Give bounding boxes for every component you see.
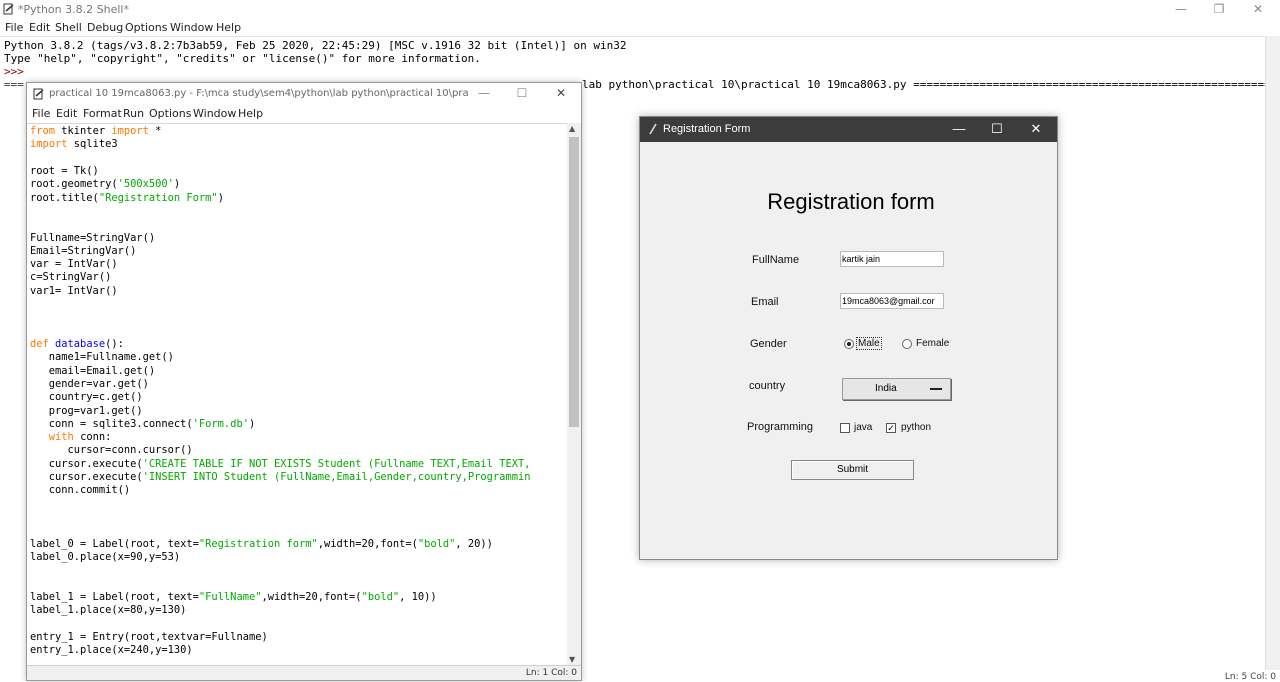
editor-menu-options[interactable]: Options xyxy=(149,107,191,120)
shell-window-title: *Python 3.8.2 Shell* xyxy=(18,3,129,16)
scroll-up-arrow-icon[interactable]: ▲ xyxy=(569,124,575,133)
code-line: name1=Fullname.get() xyxy=(30,351,174,364)
code-line: gender=var.get() xyxy=(30,377,149,390)
shell-banner-line: Python 3.8.2 (tags/v3.8.2:7b3ab59, Feb 2… xyxy=(4,39,627,52)
code-line: label_1 = Label(root, text="FullName",wi… xyxy=(30,590,437,603)
editor-titlebar: practical 10 19mca8063.py - F:\mca study… xyxy=(27,83,581,105)
reg-close-button[interactable]: ✕ xyxy=(1024,121,1048,137)
code-line: Email=StringVar() xyxy=(30,244,137,257)
code-line: from tkinter import * xyxy=(30,125,162,137)
code-line: var1= IntVar() xyxy=(30,284,118,297)
python-idle-icon xyxy=(3,3,14,15)
reg-window-title: Registration Form xyxy=(663,123,751,135)
reg-minimize-button[interactable]: — xyxy=(947,121,971,136)
code-line: email=Email.get() xyxy=(30,364,156,377)
code-line: cursor.execute('CREATE TABLE IF NOT EXIS… xyxy=(30,457,531,470)
shell-prompt: >>> xyxy=(4,65,31,78)
editor-menu-edit[interactable]: Edit xyxy=(56,107,77,120)
code-line: country=c.get() xyxy=(30,391,143,404)
programming-label: Programming xyxy=(747,421,814,433)
code-line: entry_1 = Entry(root,textvar=Fullname) xyxy=(30,630,268,643)
code-editor-area[interactable]: from tkinter import * import sqlite3 roo… xyxy=(27,123,567,666)
editor-close-button[interactable]: ✕ xyxy=(551,86,571,100)
code-line: var = IntVar() xyxy=(30,258,118,271)
shell-restart-line: lab python\practical 10\practical 10 19m… xyxy=(582,78,1280,91)
shell-menu-edit[interactable]: Edit xyxy=(29,21,50,34)
code-line: Fullname=StringVar() xyxy=(30,231,156,244)
editor-window: practical 10 19mca8063.py - F:\mca study… xyxy=(26,82,582,681)
submit-button-label: Submit xyxy=(836,464,869,475)
code-line: cursor.execute('INSERT INTO Student (Ful… xyxy=(30,471,531,483)
editor-maximize-button[interactable]: ☐ xyxy=(512,86,532,100)
shell-help-line: Type "help", "copyright", "credits" or "… xyxy=(4,52,481,65)
code-line: import sqlite3 xyxy=(30,138,118,151)
file-icon xyxy=(33,88,44,100)
shell-close-button[interactable]: ✕ xyxy=(1248,2,1268,16)
email-input[interactable]: 19mca8063@gmail.cor xyxy=(840,293,944,309)
shell-menu-file[interactable]: File xyxy=(5,21,23,34)
editor-scrollbar[interactable]: ▲ ▼ xyxy=(567,123,581,665)
code-line: label_0 = Label(root, text="Registration… xyxy=(30,537,493,550)
shell-scrollbar[interactable] xyxy=(1265,36,1280,670)
female-radio[interactable] xyxy=(902,339,912,349)
shell-menu-help[interactable]: Help xyxy=(216,21,241,34)
reg-maximize-button[interactable]: ☐ xyxy=(985,121,1009,137)
shell-menu-shell[interactable]: Shell xyxy=(55,21,82,34)
shell-restart-prefix: === xyxy=(4,78,24,91)
editor-menu-window[interactable]: Window xyxy=(193,107,236,120)
scroll-down-arrow-icon[interactable]: ▼ xyxy=(569,655,575,664)
python-checkbox-label[interactable]: python xyxy=(901,422,931,433)
male-radio[interactable] xyxy=(844,339,854,349)
fullname-label: FullName xyxy=(752,254,800,266)
java-checkbox[interactable] xyxy=(840,423,850,433)
registration-form-window: Registration Form — ☐ ✕ Registration for… xyxy=(639,116,1058,560)
country-label: country xyxy=(749,380,786,392)
country-selected-value: India xyxy=(875,383,897,394)
code-line: def database(): xyxy=(30,338,124,350)
male-radio-label[interactable]: Male xyxy=(856,337,882,350)
editor-menubar: File Edit Format Run Options Window Help xyxy=(27,106,581,122)
editor-scroll-thumb[interactable] xyxy=(569,137,579,427)
editor-menu-format[interactable]: Format xyxy=(83,107,122,120)
code-line: with conn: xyxy=(48,431,112,444)
editor-status-position: Ln: 1 Col: 0 xyxy=(525,668,577,678)
java-checkbox-label[interactable]: java xyxy=(854,422,872,433)
fullname-input[interactable]: kartik jain xyxy=(840,251,944,267)
code-line: cursor=conn.cursor() xyxy=(30,444,193,457)
submit-button[interactable]: Submit xyxy=(791,460,914,480)
shell-menu-debug[interactable]: Debug xyxy=(87,21,123,34)
code-line: root.geometry('500x500') xyxy=(30,178,181,191)
editor-statusbar: Ln: 1 Col: 0 xyxy=(27,665,581,680)
shell-maximize-button[interactable]: ❐ xyxy=(1209,2,1229,16)
editor-minimize-button[interactable]: — xyxy=(474,86,494,100)
shell-menu-window[interactable]: Window xyxy=(170,21,213,34)
code-line: conn.commit() xyxy=(30,484,131,497)
tk-feather-icon xyxy=(649,123,657,135)
code-line: prog=var1.get() xyxy=(30,404,143,417)
editor-menu-file[interactable]: File xyxy=(32,107,50,120)
female-radio-label[interactable]: Female xyxy=(916,338,949,349)
shell-menubar: File Edit Shell Debug Options Window Hel… xyxy=(0,20,1280,36)
dropdown-indicator-icon xyxy=(930,388,942,390)
email-label: Email xyxy=(751,296,779,308)
shell-minimize-button[interactable]: — xyxy=(1171,2,1191,16)
editor-menu-help[interactable]: Help xyxy=(238,107,263,120)
editor-window-title: practical 10 19mca8063.py - F:\mca study… xyxy=(49,88,469,99)
country-dropdown[interactable]: India xyxy=(842,378,951,400)
code-line: root = Tk() xyxy=(30,165,99,177)
code-line: c=StringVar() xyxy=(30,271,112,284)
editor-menu-run[interactable]: Run xyxy=(123,107,144,120)
shell-status-position: Ln: 5 Col: 0 xyxy=(1224,672,1276,682)
code-line: label_0.place(x=90,y=53) xyxy=(30,550,181,563)
python-checkbox[interactable]: ✓ xyxy=(886,423,896,433)
code-line: entry_1.place(x=240,y=130) xyxy=(30,643,193,656)
shell-titlebar: *Python 3.8.2 Shell* — ❐ ✕ xyxy=(0,0,1280,19)
gender-label: Gender xyxy=(750,338,787,350)
code-line: label_1.place(x=80,y=130) xyxy=(30,604,187,616)
form-heading: Registration form xyxy=(767,189,935,214)
shell-menu-options[interactable]: Options xyxy=(125,21,167,34)
code-line: conn = sqlite3.connect('Form.db') xyxy=(30,417,256,430)
reg-titlebar: Registration Form — ☐ ✕ xyxy=(640,117,1057,142)
code-line: root.title("Registration Form") xyxy=(30,191,224,204)
